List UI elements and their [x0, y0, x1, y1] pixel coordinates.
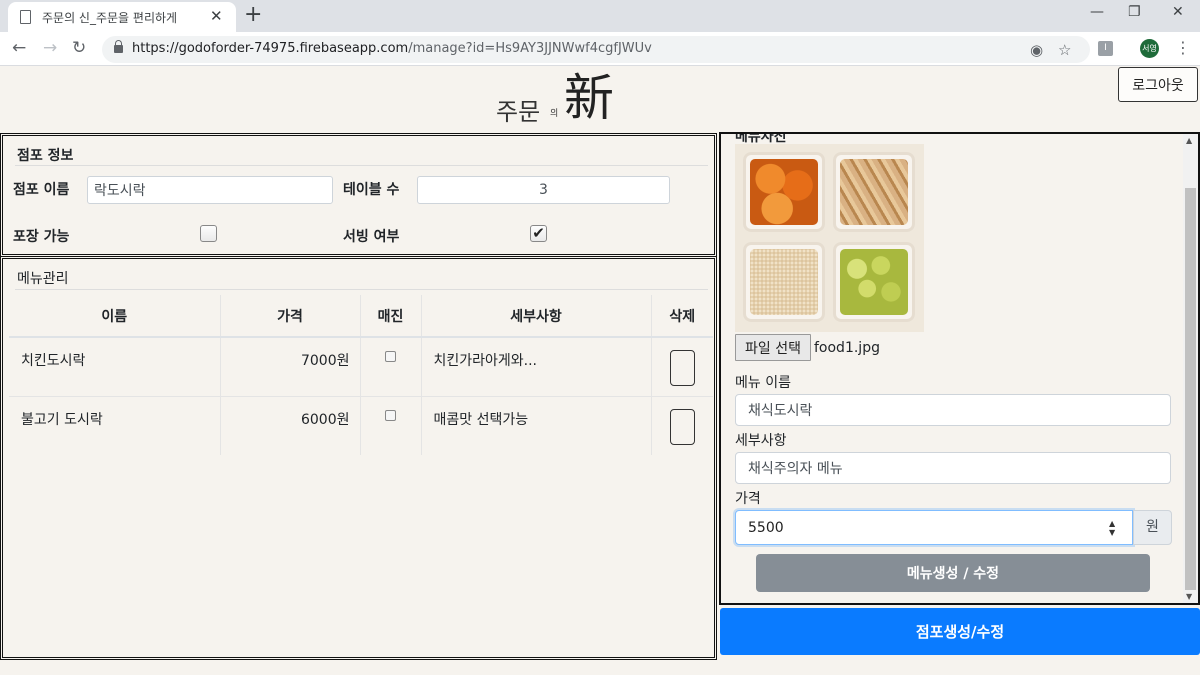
serving-label: 서빙 여부 [343, 229, 400, 245]
scrollbar-thumb[interactable] [1185, 188, 1196, 590]
price-input-group: ▲▼ 원 [735, 510, 1172, 545]
menu-detail-cell: 매콤맛 선택가능 [420, 395, 651, 455]
minimize-icon[interactable]: — [1090, 4, 1104, 20]
close-tab-icon[interactable]: ✕ [210, 6, 223, 26]
bookmark-star-icon[interactable]: ☆ [1058, 41, 1071, 59]
store-name-label: 점포 이름 [13, 182, 70, 198]
menu-detail-label: 세부사항 [735, 433, 787, 449]
menu-manage-title: 메뉴관리 [17, 271, 69, 287]
url-path: /manage?id=Hs9AY3JJNWwf4cgfJWUv [408, 41, 652, 56]
restore-icon[interactable]: ❐ [1128, 4, 1141, 20]
scroll-up-icon[interactable]: ▲ [1186, 136, 1192, 145]
new-tab-icon[interactable]: + [244, 3, 262, 27]
store-name-input[interactable] [87, 176, 333, 204]
store-submit-button[interactable]: 점포생성/수정 [720, 608, 1200, 655]
menu-name-cell: 치킨도시락 [9, 336, 220, 396]
logo-text-big: 新 [564, 69, 614, 127]
url-field[interactable]: https://godoforder-74975.firebaseapp.com… [102, 36, 1090, 63]
price-stepper-icon[interactable]: ▲ ▼ [1109, 519, 1115, 537]
profile-avatar[interactable]: 서영 [1140, 39, 1159, 58]
browser-tab-strip: 주문의 신_주문을 편리하게 ✕ + — ❐ ✕ [0, 0, 1200, 32]
table-count-input[interactable] [417, 176, 670, 204]
delete-button[interactable] [669, 350, 695, 386]
col-price-header: 가격 [219, 295, 360, 338]
table-header-row: 이름 가격 매진 세부사항 삭제 [9, 295, 713, 338]
browser-tab[interactable]: 주문의 신_주문을 편리하게 ✕ [8, 2, 236, 32]
address-bar-row: ← → ↻ https://godoforder-74975.firebasea… [0, 32, 1200, 66]
lock-icon [114, 40, 123, 53]
takeout-label: 포장 가능 [13, 229, 70, 245]
divider [15, 289, 708, 290]
site-info-icon[interactable]: ◉ [1030, 41, 1043, 59]
back-icon[interactable]: ← [12, 37, 26, 59]
menu-form-panel: 메뉴사진 파일 선택 food1.jpg 메뉴 이름 세부사항 가격 ▲▼ 원 … [719, 132, 1200, 605]
menu-name-label: 메뉴 이름 [735, 375, 791, 391]
scroll-down-icon[interactable]: ▼ [1186, 592, 1192, 601]
logout-button[interactable]: 로그아웃 [1118, 67, 1198, 102]
extension-icon[interactable]: I [1098, 41, 1113, 56]
menu-price-cell: 6000원 [219, 395, 360, 455]
menu-detail-cell: 치킨가라아게와... [420, 336, 651, 396]
reload-icon[interactable]: ↻ [72, 37, 86, 59]
divider [15, 165, 708, 166]
menu-submit-button[interactable]: 메뉴생성 / 수정 [756, 554, 1150, 592]
menu-image-preview [735, 144, 924, 332]
col-name-header: 이름 [9, 295, 220, 338]
store-info-panel: 점포 정보 점포 이름 테이블 수 포장 가능 서빙 여부 ✔ [0, 133, 717, 257]
table-count-label: 테이블 수 [343, 182, 400, 198]
menu-manage-panel: 메뉴관리 이름 가격 매진 세부사항 삭제 치킨도시락 7000원 치킨가라아게… [0, 256, 717, 660]
menu-name-cell: 불고기 도시락 [9, 395, 220, 455]
browser-menu-icon[interactable]: ⋮ [1175, 38, 1191, 57]
scrollbar[interactable]: ▲ ▼ [1183, 134, 1198, 603]
takeout-checkbox[interactable] [200, 225, 217, 242]
file-name: food1.jpg [814, 340, 880, 356]
menu-name-input[interactable] [735, 394, 1171, 426]
menu-price-input[interactable] [735, 510, 1133, 545]
table-row[interactable]: 불고기 도시락 6000원 매콤맛 선택가능 [9, 395, 713, 455]
table-row[interactable]: 치킨도시락 7000원 치킨가라아게와... [9, 336, 713, 396]
col-delete-header: 삭제 [650, 295, 713, 338]
col-soldout-header: 매진 [359, 295, 421, 338]
tab-title: 주문의 신_주문을 편리하게 [42, 11, 178, 25]
soldout-checkbox[interactable] [385, 351, 396, 362]
logo-text-small: 주문 [496, 98, 541, 126]
menu-detail-input[interactable] [735, 452, 1171, 484]
file-select-button[interactable]: 파일 선택 [735, 334, 811, 361]
logo-text-tiny: 의 [550, 109, 559, 119]
price-unit-addon: 원 [1133, 510, 1172, 545]
col-detail-header: 세부사항 [420, 295, 651, 338]
menu-price-label: 가격 [735, 491, 761, 507]
store-info-title: 점포 정보 [17, 148, 74, 164]
menu-price-cell: 7000원 [219, 336, 360, 396]
menu-table: 이름 가격 매진 세부사항 삭제 치킨도시락 7000원 치킨가라아게와... … [9, 295, 713, 455]
url-host: https://godoforder-74975.firebaseapp.com [132, 41, 409, 56]
close-window-icon[interactable]: ✕ [1172, 4, 1184, 20]
delete-button[interactable] [669, 408, 695, 445]
soldout-checkbox[interactable] [385, 409, 396, 421]
page-icon [20, 10, 31, 24]
serving-checkbox[interactable]: ✔ [530, 225, 547, 242]
forward-icon[interactable]: → [43, 37, 57, 59]
